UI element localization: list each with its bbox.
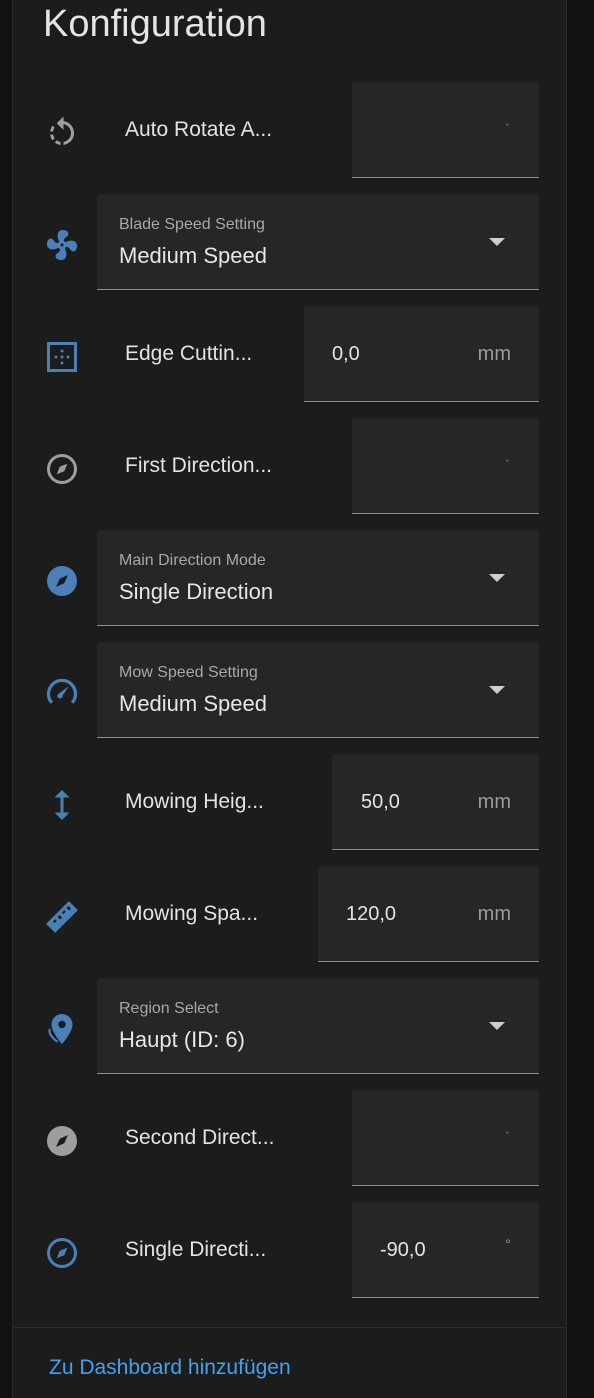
edge-cutting-icon: [41, 336, 83, 378]
field-unit: mm: [477, 343, 511, 365]
add-to-dashboard-link[interactable]: Zu Dashboard hinzufügen: [49, 1356, 291, 1380]
compass-icon-gray: [41, 1120, 83, 1162]
arrow-up-down-icon: [41, 784, 83, 826]
row-label: First Direction...: [125, 454, 273, 477]
rotate-icon: [41, 112, 83, 154]
unit-dot: •: [505, 456, 509, 467]
first-direction-input[interactable]: •: [352, 418, 539, 514]
second-direction-input[interactable]: •: [352, 1090, 539, 1186]
row-label: Second Direct...: [125, 1126, 275, 1149]
field-value: -90,0: [380, 1239, 426, 1261]
field-value: 0,0: [332, 343, 360, 365]
select-value: Haupt (ID: 6): [119, 1027, 245, 1052]
select-value: Medium Speed: [119, 243, 267, 268]
row-second-direction: Second Direct... •: [13, 1090, 568, 1188]
compass-outline-icon: [41, 1232, 83, 1274]
card-title: Konfiguration: [43, 3, 267, 45]
ruler-icon: [41, 896, 83, 938]
config-card: Konfiguration Auto Rotate A... • Blade S…: [12, 0, 567, 1398]
compass-outline-icon: [41, 448, 83, 490]
edge-cutting-input[interactable]: 0,0 mm: [304, 306, 539, 402]
select-value: Medium Speed: [119, 691, 267, 716]
region-select[interactable]: Region Select Haupt (ID: 6): [97, 978, 539, 1074]
speedometer-icon: [41, 672, 83, 714]
dropdown-arrow-icon: [489, 574, 505, 582]
mow-speed-select[interactable]: Mow Speed Setting Medium Speed: [97, 642, 539, 738]
row-blade-speed: Blade Speed Setting Medium Speed: [13, 194, 568, 292]
unit-dot: •: [505, 1128, 509, 1139]
card-divider: [13, 1327, 566, 1328]
select-label: Blade Speed Setting: [119, 216, 265, 233]
row-edge-cutting: Edge Cuttin... 0,0 mm: [13, 306, 568, 404]
field-unit: mm: [477, 791, 511, 813]
single-direction-input[interactable]: -90,0 °: [352, 1202, 539, 1298]
dropdown-arrow-icon: [489, 238, 505, 246]
dropdown-arrow-icon: [489, 686, 505, 694]
fan-icon: [41, 224, 83, 266]
unit-dot: •: [505, 120, 509, 131]
row-auto-rotate: Auto Rotate A... •: [13, 82, 568, 180]
row-label: Mowing Heig...: [125, 790, 264, 813]
row-single-direction: Single Directi... -90,0 °: [13, 1202, 568, 1300]
mowing-height-input[interactable]: 50,0 mm: [332, 754, 539, 850]
mowing-spacing-input[interactable]: 120,0 mm: [318, 866, 539, 962]
blade-speed-select[interactable]: Blade Speed Setting Medium Speed: [97, 194, 539, 290]
field-value: 120,0: [346, 903, 397, 925]
row-mowing-spacing: Mowing Spa... 120,0 mm: [13, 866, 568, 964]
field-unit: mm: [477, 903, 511, 925]
row-mowing-height: Mowing Heig... 50,0 mm: [13, 754, 568, 852]
row-first-direction: First Direction... •: [13, 418, 568, 516]
select-label: Mow Speed Setting: [119, 664, 258, 681]
auto-rotate-input[interactable]: •: [352, 82, 539, 178]
select-label: Region Select: [119, 1000, 219, 1017]
row-label: Single Directi...: [125, 1238, 267, 1261]
map-marker-icon: [41, 1008, 83, 1050]
row-region-select: Region Select Haupt (ID: 6): [13, 978, 568, 1076]
row-label: Auto Rotate A...: [125, 118, 273, 141]
field-value: 50,0: [361, 791, 400, 813]
compass-icon: [41, 560, 83, 602]
main-direction-select[interactable]: Main Direction Mode Single Direction: [97, 530, 539, 626]
field-unit: °: [505, 1236, 511, 1252]
row-label: Mowing Spa...: [125, 902, 259, 925]
dropdown-arrow-icon: [489, 1022, 505, 1030]
select-label: Main Direction Mode: [119, 552, 266, 569]
select-value: Single Direction: [119, 579, 274, 604]
row-mow-speed: Mow Speed Setting Medium Speed: [13, 642, 568, 740]
row-label: Edge Cuttin...: [125, 342, 253, 365]
row-main-direction: Main Direction Mode Single Direction: [13, 530, 568, 628]
